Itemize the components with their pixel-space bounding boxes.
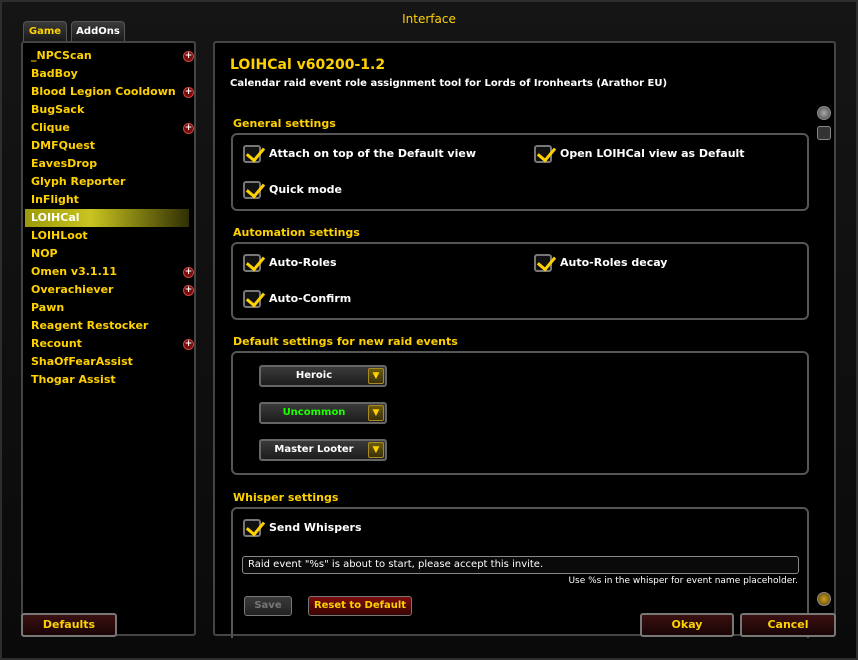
whisper-message-input[interactable]: Raid event "%s" is about to start, pleas… [242,556,799,574]
attach-checkbox[interactable] [243,145,261,163]
quality-dropdown[interactable]: Uncommon ▼ [259,402,387,424]
addon-name: NOP [31,247,58,260]
attach-label: Attach on top of the Default view [269,147,476,160]
quick-mode-checkbox[interactable] [243,181,261,199]
general-settings-heading: General settings [233,117,336,130]
addon-name: BadBoy [31,67,78,80]
chevron-down-icon[interactable]: ▼ [368,442,384,458]
addon-name: ShaOfFearAssist [31,355,133,368]
addon-name: LOIHLoot [31,229,88,242]
quick-mode-label: Quick mode [269,183,342,196]
addon-list-item[interactable]: Blood Legion Cooldown + [31,83,194,101]
tab-game[interactable]: Game [23,21,67,41]
addon-list-item[interactable]: _NPCScan + [31,47,194,65]
open-default-checkbox[interactable] [534,145,552,163]
addon-name: _NPCScan [31,49,92,62]
send-whispers-checkbox[interactable] [243,519,261,537]
addon-name: Omen v3.1.11 [31,265,118,278]
addon-name: Pawn [31,301,65,314]
window-title: Interface [402,12,456,26]
addon-name: LOIHCal [31,211,80,224]
okay-button[interactable]: Okay [640,613,734,637]
send-whispers-label: Send Whispers [269,521,362,534]
addon-name: BugSack [31,103,85,116]
addon-name: Thogar Assist [31,373,116,386]
cancel-button[interactable]: Cancel [740,613,836,637]
addon-list-item[interactable]: Overachiever + [31,281,194,299]
scroll-up-icon[interactable] [817,106,831,120]
loot-method-dropdown[interactable]: Master Looter ▼ [259,439,387,461]
auto-roles-decay-checkbox[interactable] [534,254,552,272]
addon-list-item[interactable]: InFlight [31,191,193,209]
page-title: LOIHCal v60200-1.2 [230,57,386,73]
addon-name: Overachiever [31,283,114,296]
addon-list-item[interactable]: Clique + [31,119,194,137]
tab-addons[interactable]: AddOns [71,21,125,41]
addon-options-panel: LOIHCal v60200-1.2 Calendar raid event r… [213,41,836,638]
addon-list-item[interactable]: Recount + [31,335,194,353]
quality-value: Uncommon [282,407,346,418]
auto-confirm-label: Auto-Confirm [269,292,352,305]
addon-list-item[interactable]: ShaOfFearAssist [31,353,193,371]
addon-list-item[interactable]: LOIHLoot [31,227,193,245]
auto-confirm-checkbox[interactable] [243,290,261,308]
addon-name: Blood Legion Cooldown [31,85,176,98]
addon-name: Clique [31,121,70,134]
addon-list-item[interactable]: Omen v3.1.11 + [31,263,194,281]
open-default-label: Open LOIHCal view as Default [560,147,745,160]
whisper-settings-heading: Whisper settings [233,491,339,504]
auto-roles-checkbox[interactable] [243,254,261,272]
addon-list-item[interactable]: NOP [31,245,193,263]
default-settings-box: Heroic ▼ Uncommon ▼ Master Looter ▼ [231,351,809,475]
reset-to-default-button[interactable]: Reset to Default [308,596,412,616]
addon-list-item[interactable]: BugSack [31,101,193,119]
chevron-down-icon[interactable]: ▼ [368,368,384,384]
auto-roles-decay-label: Auto-Roles decay [560,256,668,269]
default-settings-heading: Default settings for new raid events [233,335,458,348]
addon-list-item[interactable]: DMFQuest [31,137,193,155]
addon-list-item[interactable]: BadBoy [31,65,193,83]
general-settings-box: Attach on top of the Default view Open L… [231,133,809,211]
loot-method-value: Master Looter [274,444,354,455]
auto-roles-label: Auto-Roles [269,256,337,269]
scroll-down-icon[interactable] [817,592,831,606]
addon-name: DMFQuest [31,139,96,152]
difficulty-value: Heroic [295,370,333,381]
whisper-hint: Use %s in the whisper for event name pla… [568,576,798,586]
save-button[interactable]: Save [244,596,292,616]
addon-list-item[interactable]: Pawn [31,299,193,317]
scrollbar-thumb[interactable] [817,126,831,140]
addon-list-item[interactable]: Reagent Restocker [31,317,193,335]
addon-name: Glyph Reporter [31,175,126,188]
addon-list-item[interactable]: LOIHCal [25,209,189,227]
expand-plus-icon[interactable]: + [183,339,194,350]
expand-plus-icon[interactable]: + [183,123,194,134]
automation-settings-box: Auto-Roles Auto-Roles decay Auto-Confirm [231,242,809,320]
addon-list-item[interactable]: Thogar Assist [31,371,193,389]
addon-name: InFlight [31,193,79,206]
addon-name: EavesDrop [31,157,98,170]
expand-plus-icon[interactable]: + [183,267,194,278]
page-description: Calendar raid event role assignment tool… [230,78,668,89]
expand-plus-icon[interactable]: + [183,87,194,98]
difficulty-dropdown[interactable]: Heroic ▼ [259,365,387,387]
chevron-down-icon[interactable]: ▼ [368,405,384,421]
defaults-button[interactable]: Defaults [21,613,117,637]
addon-list-item[interactable]: Glyph Reporter [31,173,193,191]
addon-name: Recount [31,337,82,350]
expand-plus-icon[interactable]: + [183,51,194,62]
addon-list: _NPCScan + BadBoy Blood Legion Cooldown + Bug… [21,41,196,636]
addon-name: Reagent Restocker [31,319,149,332]
automation-settings-heading: Automation settings [233,226,360,239]
addon-list-item[interactable]: EavesDrop [31,155,193,173]
expand-plus-icon[interactable]: + [183,285,194,296]
